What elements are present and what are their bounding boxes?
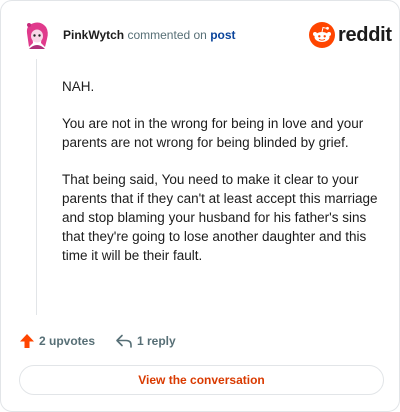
thread-line <box>36 59 37 315</box>
comment-paragraph: NAH. <box>62 79 95 94</box>
commented-on-text: commented on <box>127 28 207 42</box>
comment-actions: 2 upvotes 1 reply <box>19 331 379 351</box>
comment-byline: PinkWytch commented on post <box>63 27 236 43</box>
reddit-wordmark: reddit <box>338 24 392 46</box>
upvotes-count: 2 upvotes <box>39 334 96 348</box>
comment-header: PinkWytch commented on post reddit <box>21 19 392 51</box>
comment-paragraph: You are not in the wrong for being in lo… <box>62 116 364 150</box>
upvote-arrow-icon <box>20 334 34 348</box>
reddit-logo-icon <box>309 22 335 48</box>
reply-arrow-icon <box>116 334 132 348</box>
replies-button[interactable]: 1 reply <box>115 331 176 351</box>
replies-count: 1 reply <box>137 334 176 348</box>
upvotes-button[interactable]: 2 upvotes <box>19 331 95 351</box>
comment-body: NAH. You are not in the wrong for being … <box>62 77 382 283</box>
user-avatar[interactable] <box>21 19 53 51</box>
post-link[interactable]: post <box>210 28 235 42</box>
comment-paragraph: That being said, You need to make it cle… <box>62 172 378 263</box>
author-username[interactable]: PinkWytch <box>63 28 124 42</box>
view-conversation-button[interactable]: View the conversation <box>19 365 384 395</box>
embedded-comment-card: PinkWytch commented on post reddit NAH. … <box>0 0 400 412</box>
avatar-icon <box>21 19 53 51</box>
reddit-brand[interactable]: reddit <box>309 21 392 49</box>
